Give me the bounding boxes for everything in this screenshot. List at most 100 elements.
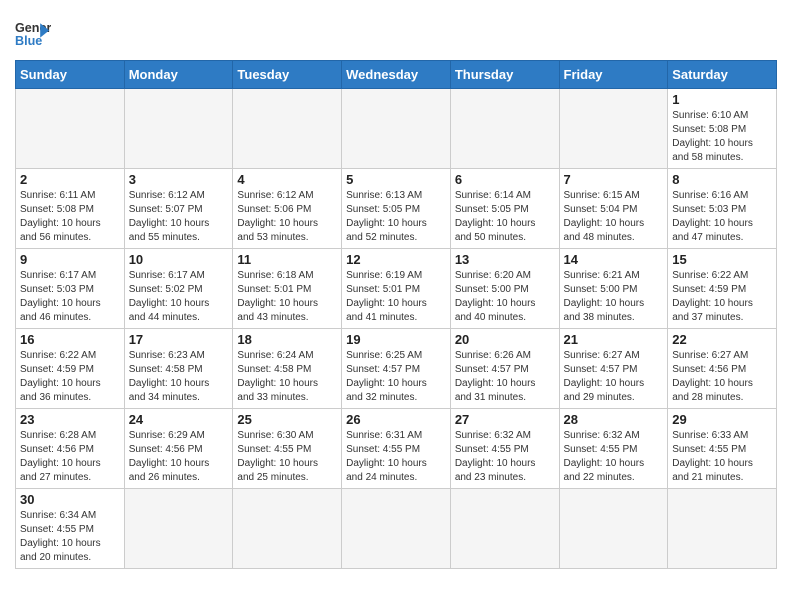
calendar-header-row: SundayMondayTuesdayWednesdayThursdayFrid… bbox=[16, 61, 777, 89]
calendar-cell bbox=[668, 489, 777, 569]
day-info: Sunrise: 6:18 AM Sunset: 5:01 PM Dayligh… bbox=[237, 269, 337, 325]
day-info: Sunrise: 6:12 AM Sunset: 5:06 PM Dayligh… bbox=[237, 189, 337, 245]
day-info: Sunrise: 6:30 AM Sunset: 4:55 PM Dayligh… bbox=[237, 429, 337, 485]
calendar-cell: 20 Sunrise: 6:26 AM Sunset: 4:57 PM Dayli… bbox=[450, 329, 559, 409]
day-info: Sunrise: 6:22 AM Sunset: 4:59 PM Dayligh… bbox=[20, 349, 120, 405]
day-info: Sunrise: 6:25 AM Sunset: 4:57 PM Dayligh… bbox=[346, 349, 446, 405]
day-number: 30 bbox=[20, 492, 120, 507]
calendar-cell: 30 Sunrise: 6:34 AM Sunset: 4:55 PM Dayli… bbox=[16, 489, 125, 569]
svg-text:Blue: Blue bbox=[15, 34, 42, 48]
day-number: 9 bbox=[20, 252, 120, 267]
column-header-saturday: Saturday bbox=[668, 61, 777, 89]
day-number: 6 bbox=[455, 172, 555, 187]
day-info: Sunrise: 6:21 AM Sunset: 5:00 PM Dayligh… bbox=[564, 269, 664, 325]
calendar-cell: 18 Sunrise: 6:24 AM Sunset: 4:58 PM Dayli… bbox=[233, 329, 342, 409]
day-number: 11 bbox=[237, 252, 337, 267]
column-header-tuesday: Tuesday bbox=[233, 61, 342, 89]
calendar-cell: 5 Sunrise: 6:13 AM Sunset: 5:05 PM Daylig… bbox=[342, 169, 451, 249]
day-number: 26 bbox=[346, 412, 446, 427]
header: General Blue bbox=[15, 10, 777, 52]
day-number: 10 bbox=[129, 252, 229, 267]
calendar-week-row: 30 Sunrise: 6:34 AM Sunset: 4:55 PM Dayli… bbox=[16, 489, 777, 569]
calendar-week-row: 1 Sunrise: 6:10 AM Sunset: 5:08 PM Daylig… bbox=[16, 89, 777, 169]
calendar-cell: 29 Sunrise: 6:33 AM Sunset: 4:55 PM Dayli… bbox=[668, 409, 777, 489]
day-info: Sunrise: 6:17 AM Sunset: 5:02 PM Dayligh… bbox=[129, 269, 229, 325]
calendar-cell: 22Sunrise: 6:27 AM Sunset: 4:56 PM Dayli… bbox=[668, 329, 777, 409]
calendar-cell bbox=[450, 89, 559, 169]
day-number: 13 bbox=[455, 252, 555, 267]
calendar-cell bbox=[233, 489, 342, 569]
calendar-cell bbox=[559, 89, 668, 169]
column-header-thursday: Thursday bbox=[450, 61, 559, 89]
day-info: Sunrise: 6:20 AM Sunset: 5:00 PM Dayligh… bbox=[455, 269, 555, 325]
day-number: 8 bbox=[672, 172, 772, 187]
calendar-cell: 7 Sunrise: 6:15 AM Sunset: 5:04 PM Daylig… bbox=[559, 169, 668, 249]
calendar: SundayMondayTuesdayWednesdayThursdayFrid… bbox=[15, 60, 777, 569]
day-number: 25 bbox=[237, 412, 337, 427]
calendar-cell: 10 Sunrise: 6:17 AM Sunset: 5:02 PM Dayli… bbox=[124, 249, 233, 329]
calendar-cell bbox=[342, 89, 451, 169]
day-number: 24 bbox=[129, 412, 229, 427]
day-info: Sunrise: 6:11 AM Sunset: 5:08 PM Dayligh… bbox=[20, 189, 120, 245]
logo: General Blue bbox=[15, 16, 51, 52]
calendar-cell: 27 Sunrise: 6:32 AM Sunset: 4:55 PM Dayli… bbox=[450, 409, 559, 489]
day-info: Sunrise: 6:31 AM Sunset: 4:55 PM Dayligh… bbox=[346, 429, 446, 485]
day-number: 19 bbox=[346, 332, 446, 347]
day-number: 27 bbox=[455, 412, 555, 427]
day-number: 7 bbox=[564, 172, 664, 187]
calendar-cell: 26 Sunrise: 6:31 AM Sunset: 4:55 PM Dayli… bbox=[342, 409, 451, 489]
day-number: 23 bbox=[20, 412, 120, 427]
calendar-cell: 19 Sunrise: 6:25 AM Sunset: 4:57 PM Dayli… bbox=[342, 329, 451, 409]
day-info: Sunrise: 6:14 AM Sunset: 5:05 PM Dayligh… bbox=[455, 189, 555, 245]
day-number: 16 bbox=[20, 332, 120, 347]
calendar-cell bbox=[559, 489, 668, 569]
day-number: 15 bbox=[672, 252, 772, 267]
day-number: 29 bbox=[672, 412, 772, 427]
day-number: 17 bbox=[129, 332, 229, 347]
day-info: Sunrise: 6:10 AM Sunset: 5:08 PM Dayligh… bbox=[672, 109, 772, 165]
calendar-cell bbox=[450, 489, 559, 569]
day-number: 5 bbox=[346, 172, 446, 187]
calendar-cell: 23 Sunrise: 6:28 AM Sunset: 4:56 PM Dayli… bbox=[16, 409, 125, 489]
calendar-cell: 2Sunrise: 6:11 AM Sunset: 5:08 PM Daylig… bbox=[16, 169, 125, 249]
calendar-cell: 6 Sunrise: 6:14 AM Sunset: 5:05 PM Daylig… bbox=[450, 169, 559, 249]
calendar-cell: 12Sunrise: 6:19 AM Sunset: 5:01 PM Dayli… bbox=[342, 249, 451, 329]
day-info: Sunrise: 6:15 AM Sunset: 5:04 PM Dayligh… bbox=[564, 189, 664, 245]
day-number: 14 bbox=[564, 252, 664, 267]
calendar-cell: 11 Sunrise: 6:18 AM Sunset: 5:01 PM Dayli… bbox=[233, 249, 342, 329]
day-info: Sunrise: 6:32 AM Sunset: 4:55 PM Dayligh… bbox=[455, 429, 555, 485]
calendar-cell: 4 Sunrise: 6:12 AM Sunset: 5:06 PM Daylig… bbox=[233, 169, 342, 249]
day-info: Sunrise: 6:24 AM Sunset: 4:58 PM Dayligh… bbox=[237, 349, 337, 405]
calendar-cell: 24Sunrise: 6:29 AM Sunset: 4:56 PM Dayli… bbox=[124, 409, 233, 489]
calendar-cell: 13 Sunrise: 6:20 AM Sunset: 5:00 PM Dayli… bbox=[450, 249, 559, 329]
page: General Blue SundayMondayTuesdayWednesda… bbox=[0, 0, 792, 584]
day-info: Sunrise: 6:22 AM Sunset: 4:59 PM Dayligh… bbox=[672, 269, 772, 325]
day-number: 21 bbox=[564, 332, 664, 347]
calendar-cell: 28Sunrise: 6:32 AM Sunset: 4:55 PM Dayli… bbox=[559, 409, 668, 489]
calendar-week-row: 16 Sunrise: 6:22 AM Sunset: 4:59 PM Dayli… bbox=[16, 329, 777, 409]
day-info: Sunrise: 6:28 AM Sunset: 4:56 PM Dayligh… bbox=[20, 429, 120, 485]
day-number: 12 bbox=[346, 252, 446, 267]
calendar-cell bbox=[342, 489, 451, 569]
day-number: 1 bbox=[672, 92, 772, 107]
day-info: Sunrise: 6:13 AM Sunset: 5:05 PM Dayligh… bbox=[346, 189, 446, 245]
calendar-cell bbox=[233, 89, 342, 169]
day-number: 20 bbox=[455, 332, 555, 347]
column-header-wednesday: Wednesday bbox=[342, 61, 451, 89]
calendar-cell: 9Sunrise: 6:17 AM Sunset: 5:03 PM Daylig… bbox=[16, 249, 125, 329]
day-info: Sunrise: 6:26 AM Sunset: 4:57 PM Dayligh… bbox=[455, 349, 555, 405]
calendar-week-row: 2Sunrise: 6:11 AM Sunset: 5:08 PM Daylig… bbox=[16, 169, 777, 249]
calendar-week-row: 9Sunrise: 6:17 AM Sunset: 5:03 PM Daylig… bbox=[16, 249, 777, 329]
calendar-cell: 21Sunrise: 6:27 AM Sunset: 4:57 PM Dayli… bbox=[559, 329, 668, 409]
day-info: Sunrise: 6:32 AM Sunset: 4:55 PM Dayligh… bbox=[564, 429, 664, 485]
calendar-cell bbox=[124, 89, 233, 169]
day-number: 22 bbox=[672, 332, 772, 347]
calendar-cell bbox=[16, 89, 125, 169]
day-info: Sunrise: 6:34 AM Sunset: 4:55 PM Dayligh… bbox=[20, 509, 120, 565]
day-info: Sunrise: 6:33 AM Sunset: 4:55 PM Dayligh… bbox=[672, 429, 772, 485]
calendar-cell: 16 Sunrise: 6:22 AM Sunset: 4:59 PM Dayli… bbox=[16, 329, 125, 409]
calendar-cell bbox=[124, 489, 233, 569]
calendar-cell: 3Sunrise: 6:12 AM Sunset: 5:07 PM Daylig… bbox=[124, 169, 233, 249]
day-number: 18 bbox=[237, 332, 337, 347]
day-number: 4 bbox=[237, 172, 337, 187]
